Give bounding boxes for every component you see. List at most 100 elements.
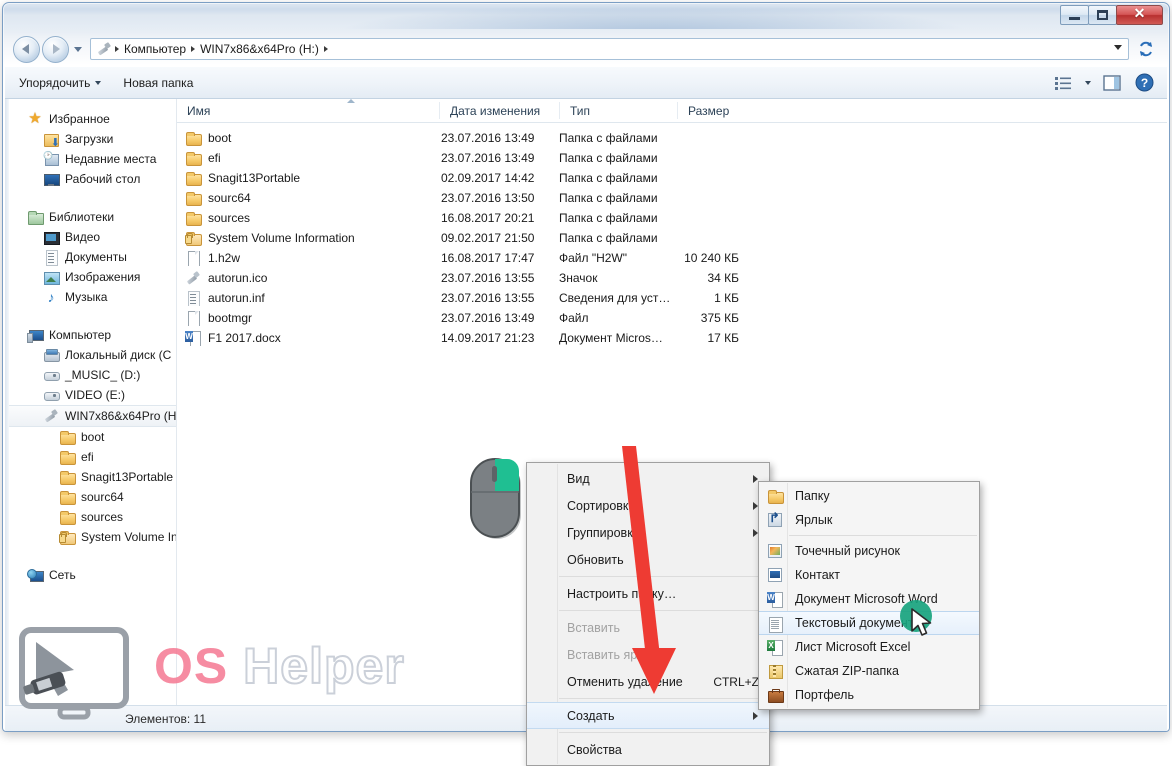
- table-row[interactable]: F1 2017.docx 14.09.2017 21:23 Документ M…: [177, 328, 1167, 348]
- nav-label: Документы: [65, 250, 127, 264]
- sidebar-item-video-drive-e[interactable]: VIDEO (E:): [5, 385, 176, 405]
- submenu-item-bitmap[interactable]: Точечный рисунок: [759, 539, 979, 563]
- file-size-cell: 34 КБ: [677, 271, 757, 285]
- nav-label: WIN7x86&x64Pro (H: [65, 409, 176, 423]
- sidebar-item-system-volume-information[interactable]: System Volume Inf: [5, 527, 176, 547]
- nav-label: Недавние места: [65, 152, 156, 166]
- menu-item-label: Создать: [567, 709, 615, 723]
- breadcrumb-computer[interactable]: Компьютер: [120, 41, 190, 57]
- documents-icon: [43, 249, 59, 265]
- file-name: boot: [208, 131, 231, 145]
- new-folder-button[interactable]: Новая папка: [115, 72, 201, 94]
- sort-ascending-icon: [347, 99, 355, 103]
- sidebar-item-recent-places[interactable]: Недавние места: [5, 149, 176, 169]
- sidebar-item-snagit13portable[interactable]: Snagit13Portable: [5, 467, 176, 487]
- nav-header-computer[interactable]: Компьютер: [5, 325, 176, 345]
- sidebar-item-network[interactable]: Сеть: [5, 565, 176, 585]
- sidebar-item-desktop[interactable]: Рабочий стол: [5, 169, 176, 189]
- navigation-pane[interactable]: ★ Избранное Загрузки Недавние места Рабо…: [5, 99, 177, 705]
- file-name: F1 2017.docx: [208, 331, 281, 345]
- menu-item-properties[interactable]: Свойства: [527, 736, 769, 763]
- submenu-item-label: Ярлык: [795, 513, 832, 527]
- address-dropdown-icon[interactable]: [1114, 45, 1122, 50]
- table-row[interactable]: Snagit13Portable 02.09.2017 14:42 Папка …: [177, 168, 1167, 188]
- menu-item-view[interactable]: Вид: [527, 465, 769, 492]
- table-row[interactable]: autorun.ico 23.07.2016 13:55 Значок 34 К…: [177, 268, 1167, 288]
- sidebar-item-music-drive-d[interactable]: _MUSIC_ (D:): [5, 365, 176, 385]
- sidebar-item-documents[interactable]: Документы: [5, 247, 176, 267]
- sidebar-item-video[interactable]: Видео: [5, 227, 176, 247]
- breadcrumb-separator-icon[interactable]: [191, 46, 195, 52]
- breadcrumb-separator-icon[interactable]: [324, 46, 328, 52]
- help-icon[interactable]: ?: [1133, 73, 1155, 93]
- view-dropdown-icon[interactable]: [1085, 81, 1091, 85]
- table-row[interactable]: System Volume Information 09.02.2017 21:…: [177, 228, 1167, 248]
- sidebar-item-efi[interactable]: efi: [5, 447, 176, 467]
- sidebar-item-music[interactable]: ♪ Музыка: [5, 287, 176, 307]
- organize-button[interactable]: Упорядочить: [11, 72, 109, 94]
- nav-header-favorites[interactable]: ★ Избранное: [5, 109, 176, 129]
- usb-drive-icon: [96, 41, 112, 57]
- table-row[interactable]: sourc64 23.07.2016 13:50 Папка с файлами: [177, 188, 1167, 208]
- menu-item-group[interactable]: Группировка: [527, 519, 769, 546]
- file-date-cell: 23.07.2016 13:49: [439, 311, 559, 325]
- breadcrumb-separator-icon[interactable]: [115, 46, 119, 52]
- file-size-cell: 1 КБ: [677, 291, 757, 305]
- column-header-date[interactable]: Дата изменения: [439, 102, 559, 119]
- submenu-item-word-document[interactable]: Документ Microsoft Word: [759, 587, 979, 611]
- sidebar-item-pictures[interactable]: Изображения: [5, 267, 176, 287]
- submenu-item-text-document[interactable]: Текстовый документ: [759, 611, 979, 635]
- column-header-size[interactable]: Размер: [677, 102, 757, 119]
- view-list-icon[interactable]: [1053, 73, 1075, 93]
- text-file-icon: [767, 616, 783, 632]
- table-row[interactable]: sources 16.08.2017 20:21 Папка с файлами: [177, 208, 1167, 228]
- recent-pages-dropdown-icon[interactable]: [74, 47, 82, 52]
- menu-item-refresh[interactable]: Обновить: [527, 546, 769, 573]
- preview-pane-icon[interactable]: [1101, 73, 1123, 93]
- column-header-type[interactable]: Тип: [559, 102, 677, 119]
- menu-item-undo-delete[interactable]: Отменить удаление CTRL+Z: [527, 668, 769, 695]
- submenu-item-shortcut[interactable]: Ярлык: [759, 508, 979, 532]
- maximize-button[interactable]: [1088, 5, 1117, 25]
- address-bar[interactable]: Компьютер WIN7x86&x64Pro (H:): [90, 38, 1129, 60]
- back-button[interactable]: [13, 36, 40, 63]
- breadcrumb-drive[interactable]: WIN7x86&x64Pro (H:): [196, 41, 323, 57]
- folder-icon: [767, 488, 783, 504]
- column-header-name[interactable]: Имя: [177, 102, 439, 119]
- context-menu[interactable]: Вид Сортировка Группировка Обновить Наст…: [526, 462, 770, 766]
- close-button[interactable]: ✕: [1116, 5, 1163, 25]
- file-type-cell: Папка с файлами: [559, 151, 677, 165]
- menu-item-new[interactable]: Создать: [527, 702, 769, 729]
- menu-item-sort[interactable]: Сортировка: [527, 492, 769, 519]
- minimize-button[interactable]: [1060, 5, 1089, 25]
- table-row[interactable]: 1.h2w 16.08.2017 17:47 Файл "H2W" 10 240…: [177, 248, 1167, 268]
- sidebar-item-sources[interactable]: sources: [5, 507, 176, 527]
- minimize-icon: [1069, 17, 1080, 20]
- submenu-item-contact[interactable]: Контакт: [759, 563, 979, 587]
- table-row[interactable]: autorun.inf 23.07.2016 13:55 Сведения дл…: [177, 288, 1167, 308]
- nav-header-libraries[interactable]: Библиотеки: [5, 207, 176, 227]
- nav-label: Изображения: [65, 270, 140, 284]
- sidebar-item-win7-drive-h[interactable]: WIN7x86&x64Pro (H: [5, 405, 176, 427]
- forward-button[interactable]: [42, 36, 69, 63]
- table-row[interactable]: efi 23.07.2016 13:49 Папка с файлами: [177, 148, 1167, 168]
- sidebar-item-boot[interactable]: boot: [5, 427, 176, 447]
- sidebar-item-downloads[interactable]: Загрузки: [5, 129, 176, 149]
- nav-label: Библиотеки: [49, 210, 114, 224]
- sidebar-item-local-disk-c[interactable]: Локальный диск (C: [5, 345, 176, 365]
- icon-file-icon: [185, 270, 201, 286]
- submenu-item-zip-folder[interactable]: Сжатая ZIP-папка: [759, 659, 979, 683]
- nav-label: Рабочий стол: [65, 172, 140, 186]
- sidebar-item-sourc64[interactable]: sourc64: [5, 487, 176, 507]
- file-name-cell: sources: [177, 210, 439, 226]
- refresh-button[interactable]: [1133, 37, 1159, 61]
- menu-item-label: Отменить удаление: [567, 675, 683, 689]
- submenu-item-folder[interactable]: Папку: [759, 484, 979, 508]
- table-row[interactable]: bootmgr 23.07.2016 13:49 Файл 375 КБ: [177, 308, 1167, 328]
- menu-item-customize-folder[interactable]: Настроить папку…: [527, 580, 769, 607]
- table-row[interactable]: boot 23.07.2016 13:49 Папка с файлами: [177, 128, 1167, 148]
- new-item-submenu[interactable]: Папку Ярлык Точечный рисунок Контакт Док…: [758, 481, 980, 710]
- nav-group-favorites: ★ Избранное Загрузки Недавние места Рабо…: [5, 109, 176, 189]
- submenu-item-excel-sheet[interactable]: Лист Microsoft Excel: [759, 635, 979, 659]
- submenu-item-briefcase[interactable]: Портфель: [759, 683, 979, 707]
